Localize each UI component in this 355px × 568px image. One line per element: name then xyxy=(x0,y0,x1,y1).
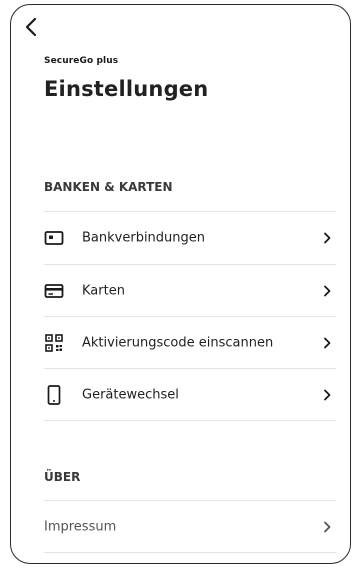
section-heading-ueber: ÜBER xyxy=(44,470,81,484)
chevron-right-icon xyxy=(324,389,331,401)
chevron-left-icon xyxy=(25,17,37,37)
divider xyxy=(44,552,336,553)
settings-item-label: Aktivierungscode einscannen xyxy=(82,335,274,351)
bank-account-icon xyxy=(44,231,64,245)
smartphone-icon xyxy=(47,385,61,405)
settings-item-bankverbindungen[interactable]: Bankverbindungen xyxy=(44,212,336,264)
chevron-right-icon xyxy=(324,232,331,244)
chevron-right-icon xyxy=(324,521,331,533)
qr-code-icon xyxy=(45,334,63,352)
settings-item-impressum[interactable]: Impressum xyxy=(44,501,336,553)
chevron-right-icon xyxy=(324,285,331,297)
settings-item-label: Gerätewechsel xyxy=(82,387,179,403)
settings-item-karten[interactable]: Karten xyxy=(44,265,336,317)
settings-item-label: Bankverbindungen xyxy=(82,230,206,246)
app-name: SecureGo plus xyxy=(44,56,119,66)
section-heading-banken-karten: BANKEN & KARTEN xyxy=(44,180,173,194)
settings-item-label: Karten xyxy=(82,283,125,299)
settings-item-geraetewechsel[interactable]: Gerätewechsel xyxy=(44,369,336,421)
page-title: Einstellungen xyxy=(44,77,209,101)
settings-item-aktivierungscode[interactable]: Aktivierungscode einscannen xyxy=(44,317,336,369)
settings-item-label: Impressum xyxy=(44,519,117,535)
chevron-right-icon xyxy=(324,337,331,349)
credit-card-icon xyxy=(44,284,64,298)
back-button[interactable] xyxy=(24,17,38,37)
divider xyxy=(44,420,336,421)
